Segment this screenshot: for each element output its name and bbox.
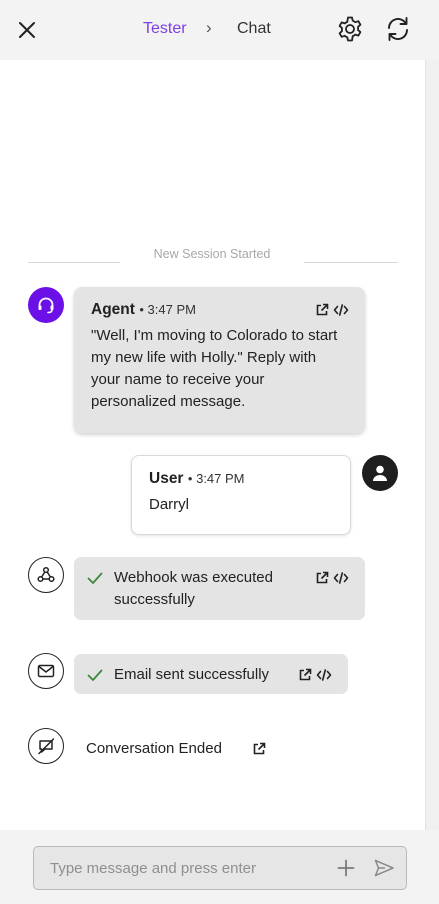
breadcrumb-separator: › xyxy=(206,18,212,37)
email-event-icon-circle xyxy=(28,653,64,689)
conversation-ended-text: Conversation Ended xyxy=(86,740,222,757)
user-sender-name: User xyxy=(149,470,184,487)
check-icon xyxy=(87,669,103,681)
code-icon[interactable] xyxy=(316,668,332,682)
header-bar: Tester › Chat xyxy=(0,0,439,60)
code-icon[interactable] xyxy=(333,571,349,585)
plus-icon xyxy=(337,859,355,877)
close-button[interactable] xyxy=(16,19,38,41)
user-message-header: User • 3:47 PM xyxy=(149,470,333,488)
message-composer xyxy=(33,846,407,890)
close-icon xyxy=(19,22,35,38)
envelope-icon xyxy=(37,664,55,678)
session-divider-label: New Session Started xyxy=(153,247,271,261)
user-message-text: Darryl xyxy=(149,496,189,513)
chat-panel xyxy=(0,60,425,830)
ended-event-icon-circle xyxy=(28,728,64,764)
settings-button[interactable] xyxy=(336,15,364,43)
message-input[interactable] xyxy=(50,857,320,879)
code-icon[interactable] xyxy=(333,303,349,317)
external-link-icon[interactable] xyxy=(315,571,329,585)
gear-icon xyxy=(338,16,362,42)
check-icon xyxy=(87,572,103,584)
divider-line-left xyxy=(28,262,120,263)
external-link-icon[interactable] xyxy=(298,668,312,682)
external-link-icon[interactable] xyxy=(252,742,266,756)
user-avatar xyxy=(362,455,398,491)
agent-message-actions xyxy=(315,303,349,317)
agent-avatar xyxy=(28,287,64,323)
person-icon xyxy=(373,465,387,481)
chat-off-icon xyxy=(38,738,55,755)
breadcrumb-chat: Chat xyxy=(237,20,271,37)
chat-scrollbar[interactable] xyxy=(425,60,439,830)
user-message-bubble: User • 3:47 PM Darryl xyxy=(131,455,351,535)
agent-sender-name: Agent xyxy=(91,301,135,318)
webhook-event-actions xyxy=(315,571,349,585)
user-message-time: • 3:47 PM xyxy=(187,471,245,486)
webhook-icon xyxy=(37,566,55,583)
email-event-actions xyxy=(298,668,332,682)
webhook-event-bubble: Webhook was executed successfully xyxy=(74,557,365,620)
send-icon xyxy=(374,859,394,877)
add-attachment-button[interactable] xyxy=(336,858,356,878)
external-link-icon[interactable] xyxy=(315,303,329,317)
agent-message-bubble: Agent • 3:47 PM "Well, I'm moving to Col… xyxy=(74,287,365,433)
breadcrumb-tester[interactable]: Tester xyxy=(143,20,187,38)
agent-message-time: • 3:47 PM xyxy=(139,302,196,317)
headset-icon xyxy=(38,297,54,314)
webhook-event-icon-circle xyxy=(28,557,64,593)
email-event-bubble: Email sent successfully xyxy=(74,654,348,694)
refresh-icon xyxy=(388,17,408,41)
agent-message-text: "Well, I'm moving to Colorado to start m… xyxy=(91,327,338,410)
agent-message-header: Agent • 3:47 PM xyxy=(91,301,347,319)
send-button[interactable] xyxy=(373,858,395,878)
refresh-button[interactable] xyxy=(384,15,412,43)
divider-line-right xyxy=(304,262,398,263)
webhook-event-text: Webhook was executed successfully xyxy=(114,569,273,608)
